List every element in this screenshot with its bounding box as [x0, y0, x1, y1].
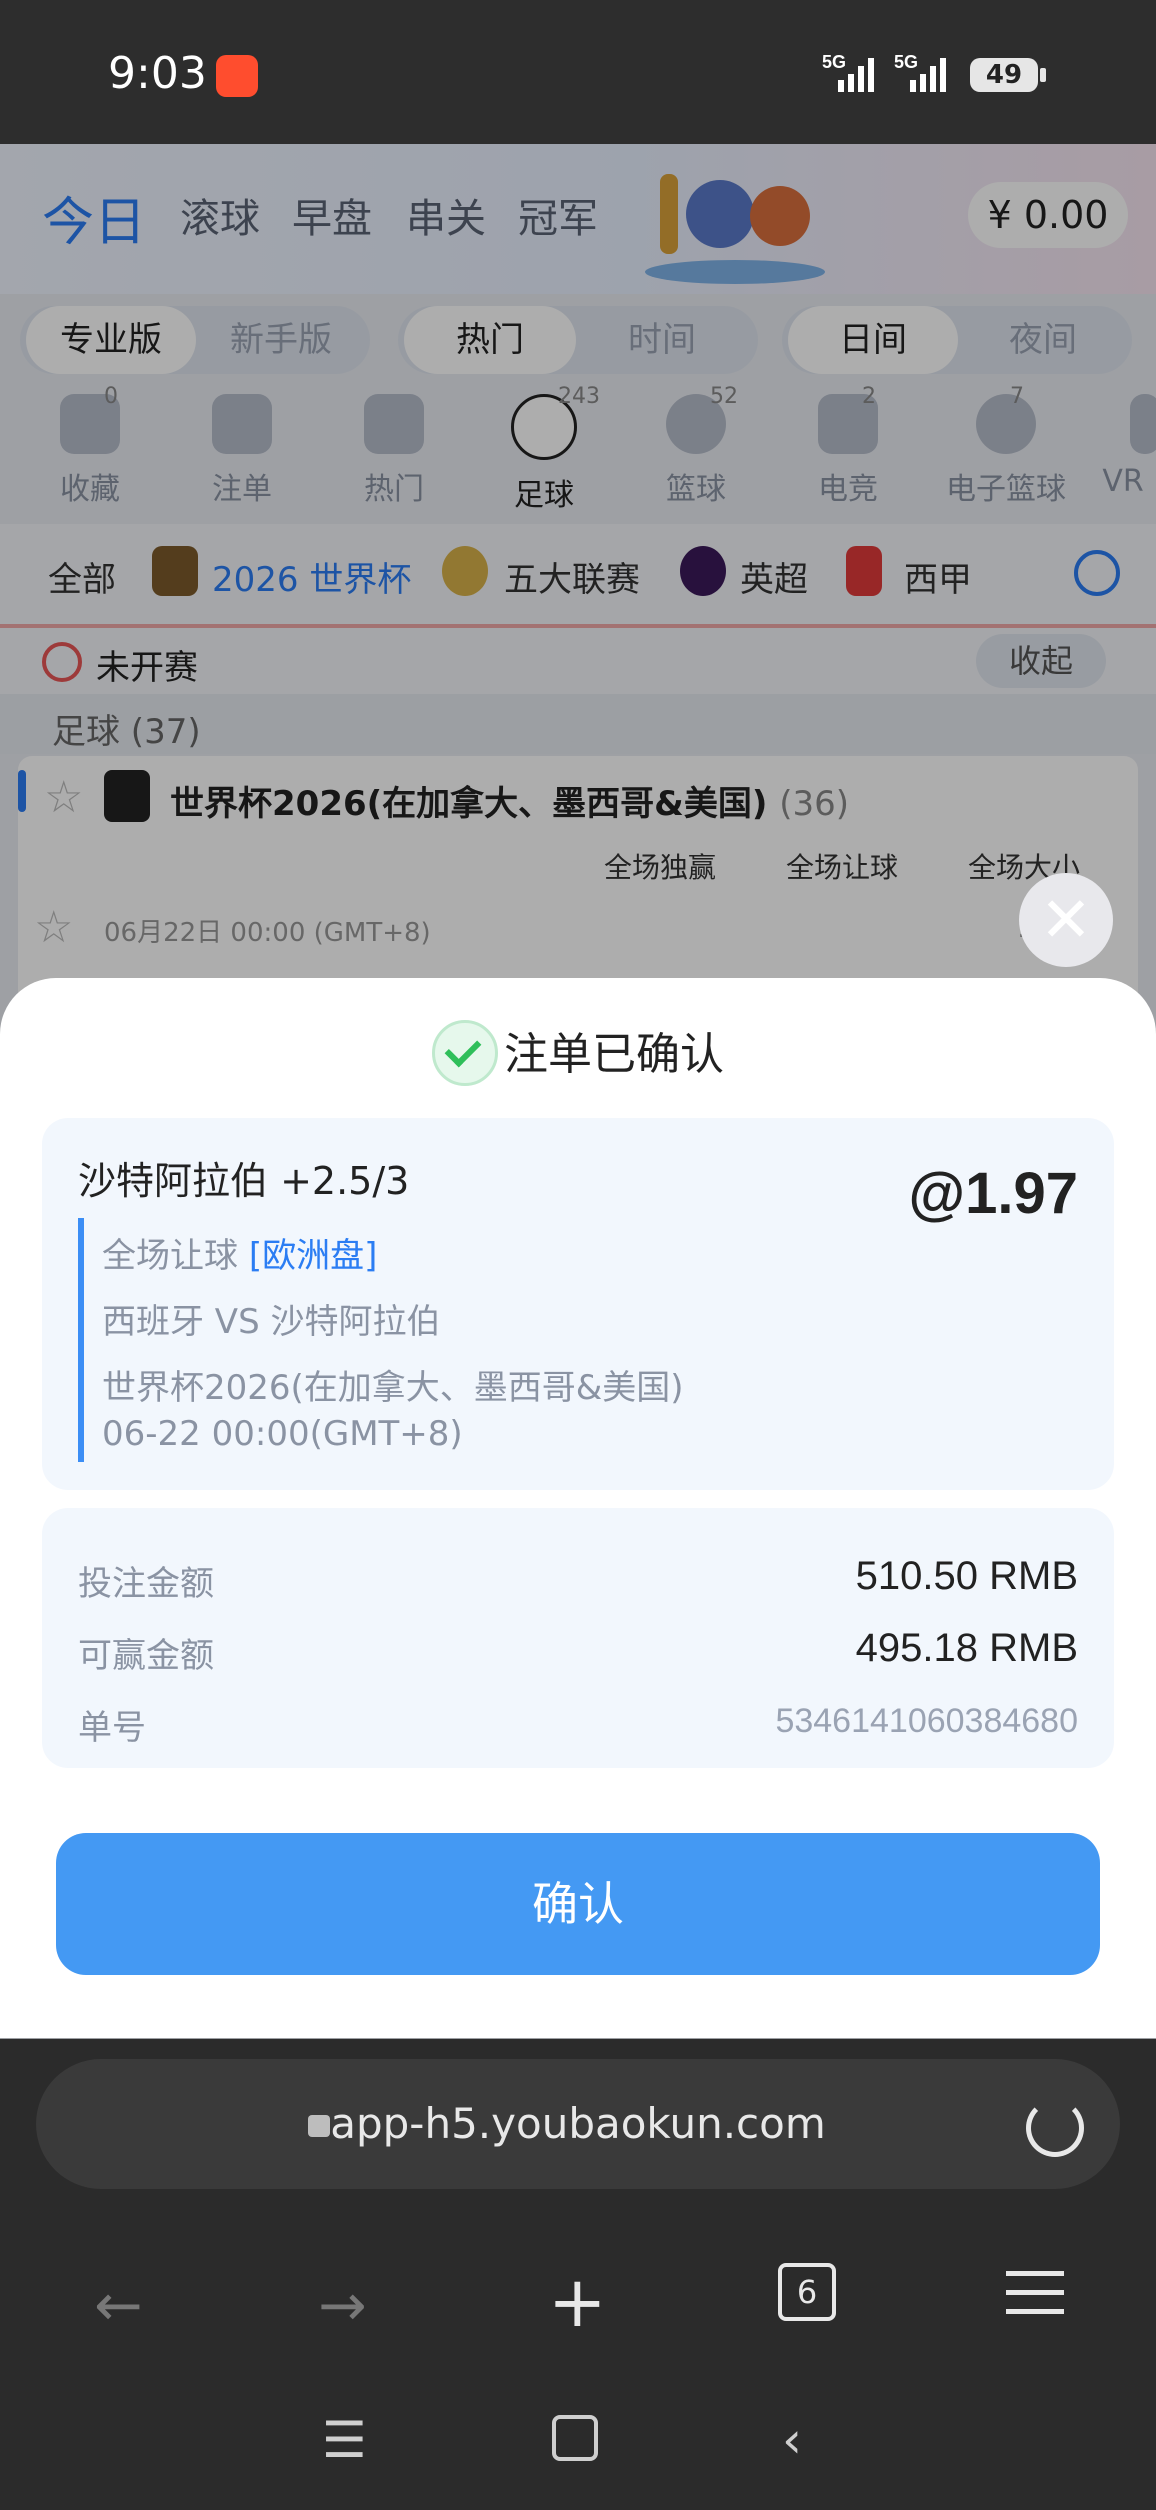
bet-confirmation-sheet: 注单已确认 沙特阿拉伯 +2.5/3 @1.97 全场让球 [欧洲盘] 西班牙 … — [0, 978, 1156, 2038]
selection-name: 沙特阿拉伯 +2.5/3 — [78, 1159, 410, 1203]
system-home-icon[interactable] — [552, 2415, 598, 2461]
status-time: 9:03 — [108, 48, 207, 99]
signal2-label: 5G — [894, 52, 918, 72]
browser-chrome: app-h5.youbaokun.com ← → + 6 ☰ ‹ — [0, 2039, 1156, 2510]
bet-detail-block: 全场让球 [欧洲盘] 西班牙 VS 沙特阿拉伯 世界杯2026(在加拿大、墨西哥… — [78, 1218, 1002, 1462]
bet-id-value: 5346141060384680 — [775, 1702, 1078, 1740]
signal-5g-icon: 5G — [822, 52, 874, 92]
bet-details-card: 沙特阿拉伯 +2.5/3 @1.97 全场让球 [欧洲盘] 西班牙 VS 沙特阿… — [42, 1118, 1114, 1490]
stake-value: 510.50 RMB — [855, 1554, 1078, 1598]
market-name: 全场让球 — [102, 1236, 238, 1276]
sheet-title-text: 注单已确认 — [504, 1029, 724, 1080]
battery-icon: 49 — [970, 58, 1046, 92]
win-value: 495.18 RMB — [855, 1626, 1078, 1670]
match-start-time: 06-22 00:00(GMT+8) — [102, 1414, 463, 1454]
signal1-label: 5G — [822, 52, 846, 72]
address-bar[interactable]: app-h5.youbaokun.com — [36, 2059, 1120, 2189]
reload-icon[interactable] — [1026, 2099, 1084, 2157]
menu-icon[interactable] — [1006, 2271, 1064, 2328]
back-arrow-icon[interactable]: ← — [94, 2271, 143, 2339]
stake-label: 投注金额 — [78, 1564, 214, 1604]
bet-id-label: 单号 — [78, 1708, 146, 1748]
status-bar: 9:03 5G 5G 49 — [0, 0, 1156, 144]
market-type: [欧洲盘] — [248, 1236, 378, 1276]
check-circle-icon — [432, 1020, 498, 1086]
close-icon: ✕ — [1040, 883, 1092, 956]
bet-amount-card: 投注金额 510.50 RMB 可赢金额 495.18 RMB 单号 53461… — [42, 1508, 1114, 1768]
signal-5g-icon-2: 5G — [894, 52, 946, 92]
tabs-count-icon[interactable]: 6 — [778, 2263, 836, 2321]
system-recents-icon[interactable]: ☰ — [322, 2411, 367, 2469]
app-notification-icon — [216, 55, 258, 97]
url-text[interactable]: app-h5.youbaokun.com — [36, 2059, 1120, 2189]
new-tab-icon[interactable]: + — [548, 2261, 607, 2343]
forward-arrow-icon[interactable]: → — [318, 2271, 367, 2339]
win-label: 可赢金额 — [78, 1636, 214, 1676]
close-button[interactable]: ✕ — [1019, 873, 1113, 967]
match-teams: 西班牙 VS 沙特阿拉伯 — [102, 1302, 441, 1342]
system-back-icon[interactable]: ‹ — [782, 2411, 802, 2469]
sheet-title: 注单已确认 — [0, 1018, 1156, 1090]
market-line: 全场让球 [欧洲盘] — [102, 1228, 377, 1277]
confirm-button[interactable]: 确认 — [56, 1833, 1100, 1975]
match-league: 世界杯2026(在加拿大、墨西哥&美国) — [102, 1368, 684, 1408]
odds-value: @1.97 — [908, 1161, 1078, 1226]
